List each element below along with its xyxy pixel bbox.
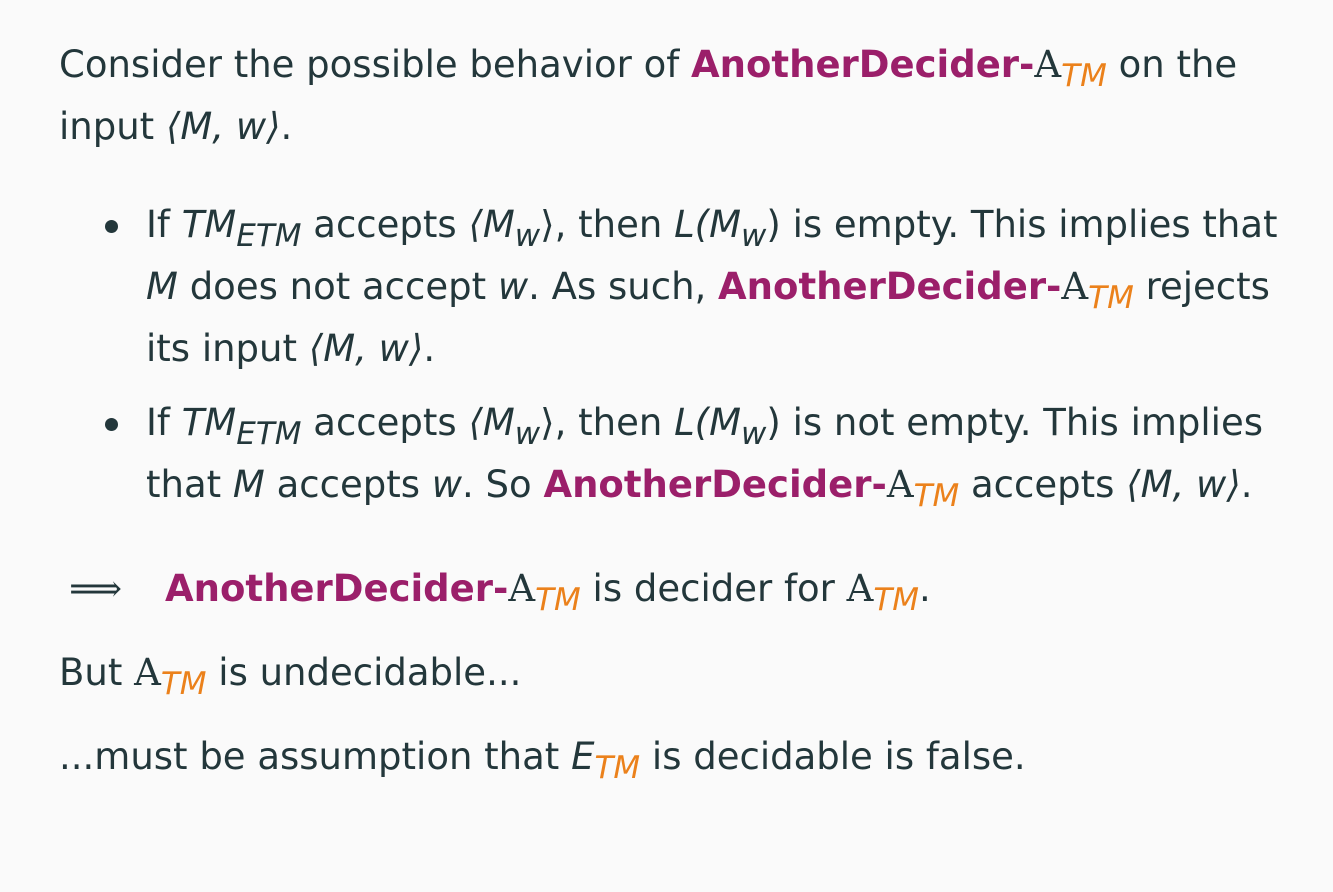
but-text: is undecidable... xyxy=(206,651,522,694)
input-tuple: ⟨M, w⟩ xyxy=(308,327,424,370)
input-tuple: ⟨M, w⟩ xyxy=(1126,463,1241,506)
final-text: is decidable is false. xyxy=(640,735,1026,778)
decider-name: AnotherDecider- xyxy=(718,265,1062,308)
bullet-text: is empty. This implies that xyxy=(780,203,1278,246)
angle-close: ⟩ xyxy=(540,401,555,444)
a-symbol: A xyxy=(886,463,914,506)
tm-subscript: TM xyxy=(1088,280,1134,316)
bullet-item-accepts-nonempty: If TMETM accepts ⟨Mw⟩, then L(Mw) is not… xyxy=(59,392,1289,516)
a-symbol: A xyxy=(134,651,161,694)
language-symbol: L(M xyxy=(674,203,742,246)
w-subscript: w xyxy=(741,416,767,452)
intro-paragraph: Consider the possible behavior of Anothe… xyxy=(59,34,1289,158)
e-symbol: E xyxy=(571,735,595,778)
etm-subscript: ETM xyxy=(236,218,302,254)
bullet-text: does not accept xyxy=(177,265,498,308)
w-symbol: w xyxy=(497,265,529,308)
m-symbol: M xyxy=(146,265,178,308)
decider-name: AnotherDecider- xyxy=(691,43,1035,86)
but-line: But ATM is undecidable... xyxy=(59,642,1289,704)
bullet-text: . xyxy=(1240,463,1253,506)
bullet-item-accepts-empty: If TMETM accepts ⟨Mw⟩, then L(Mw) is emp… xyxy=(59,194,1289,380)
etm-subscript: ETM xyxy=(236,416,302,452)
final-line: ...must be assumption that ETM is decida… xyxy=(59,726,1289,788)
a-symbol: A xyxy=(1034,43,1062,86)
paren-close: ) xyxy=(766,401,781,444)
but-text: But xyxy=(59,651,135,694)
w-subscript: w xyxy=(514,416,541,452)
tm-subscript: TM xyxy=(873,582,920,618)
mw-symbol: ⟨M xyxy=(468,203,515,246)
tm-subscript: TM xyxy=(535,582,581,618)
bullet-text: . As such, xyxy=(528,265,719,308)
bullet-text: accepts xyxy=(959,463,1127,506)
slide-body: Consider the possible behavior of Anothe… xyxy=(59,34,1289,788)
conclusion-text: . xyxy=(919,567,931,610)
decider-name: AnotherDecider- xyxy=(543,463,887,506)
bullet-dot xyxy=(105,220,118,233)
w-symbol: w xyxy=(431,463,463,506)
bullet-text: accepts xyxy=(301,401,469,444)
a-symbol: A xyxy=(1061,265,1089,308)
tm-subscript: TM xyxy=(594,750,641,786)
bullet-text: If xyxy=(146,401,182,444)
decider-name: AnotherDecider- xyxy=(165,567,509,610)
w-subscript: w xyxy=(741,218,767,254)
tm-symbol: TM xyxy=(181,203,237,246)
bullet-text: . xyxy=(423,327,436,370)
intro-text-3: . xyxy=(280,105,293,148)
bullet-text: accepts xyxy=(264,463,432,506)
w-subscript: w xyxy=(514,218,541,254)
tm-subscript: TM xyxy=(160,666,207,702)
a-symbol: A xyxy=(508,567,536,610)
implies-arrow-icon: ⟹ xyxy=(69,567,123,610)
bullet-text: accepts xyxy=(301,203,469,246)
conclusion-line: ⟹ AnotherDecider-ATM is decider for ATM. xyxy=(59,558,1289,620)
language-symbol: L(M xyxy=(674,401,742,444)
mw-symbol: ⟨M xyxy=(468,401,515,444)
m-symbol: M xyxy=(232,463,265,506)
intro-text-1: Consider the possible behavior of xyxy=(59,43,692,86)
angle-close: ⟩ xyxy=(540,203,555,246)
final-text: ...must be assumption that xyxy=(59,735,572,778)
bullet-list: If TMETM accepts ⟨Mw⟩, then L(Mw) is emp… xyxy=(59,194,1289,516)
bullet-text: , then xyxy=(554,401,675,444)
paren-close: ) xyxy=(766,203,781,246)
tm-symbol: TM xyxy=(181,401,237,444)
bullet-text: , then xyxy=(554,203,675,246)
conclusion-text: is decider for xyxy=(580,567,847,610)
a-symbol: A xyxy=(846,567,874,610)
input-tuple: ⟨M, w⟩ xyxy=(165,105,281,148)
tm-subscript: TM xyxy=(1061,58,1107,94)
bullet-dot xyxy=(105,418,118,431)
bullet-text: . So xyxy=(462,463,544,506)
tm-subscript: TM xyxy=(913,478,960,514)
bullet-text: If xyxy=(146,203,182,246)
